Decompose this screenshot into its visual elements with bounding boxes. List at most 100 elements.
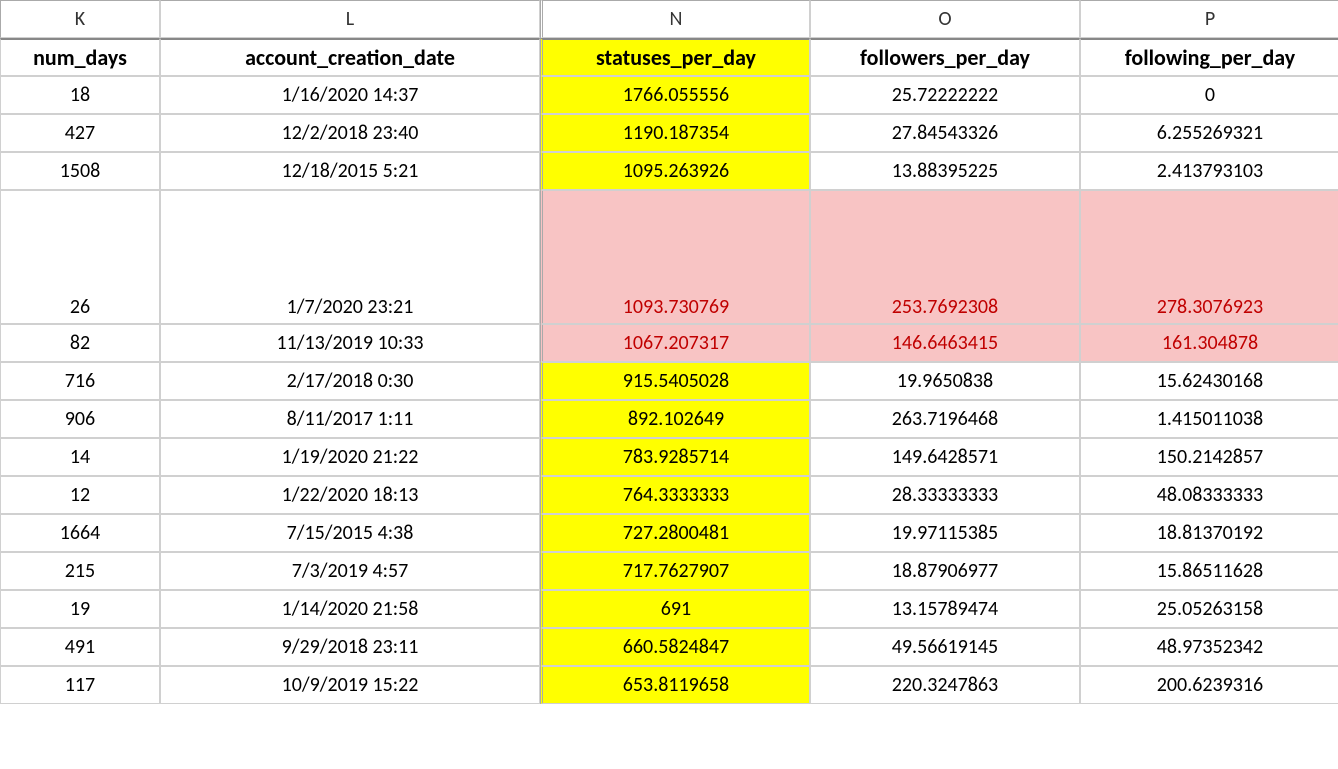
cell-account-creation-date[interactable]: 1/7/2020 23:21 bbox=[160, 190, 540, 324]
cell-followers-per-day[interactable]: 49.56619145 bbox=[810, 628, 1080, 666]
cell-num-days[interactable]: 12 bbox=[0, 476, 160, 514]
cell-num-days[interactable]: 19 bbox=[0, 590, 160, 628]
header-statuses-per-day[interactable]: statuses_per_day bbox=[540, 38, 810, 76]
cell-value: 215 bbox=[65, 559, 95, 583]
cell-statuses-per-day[interactable]: 660.5824847 bbox=[540, 628, 810, 666]
cell-value: 1/14/2020 21:58 bbox=[282, 597, 419, 621]
cell-account-creation-date[interactable]: 9/29/2018 23:11 bbox=[160, 628, 540, 666]
cell-followers-per-day[interactable]: 19.97115385 bbox=[810, 514, 1080, 552]
cell-following-per-day[interactable]: 150.2142857 bbox=[1080, 438, 1338, 476]
header-num-days[interactable]: num_days bbox=[0, 38, 160, 76]
cell-account-creation-date[interactable]: 1/22/2020 18:13 bbox=[160, 476, 540, 514]
cell-account-creation-date[interactable]: 1/19/2020 21:22 bbox=[160, 438, 540, 476]
cell-value: 764.3333333 bbox=[623, 483, 729, 507]
cell-following-per-day[interactable]: 200.6239316 bbox=[1080, 666, 1338, 704]
cell-num-days[interactable]: 427 bbox=[0, 114, 160, 152]
col-letter-text: P bbox=[1205, 7, 1215, 31]
cell-num-days[interactable]: 215 bbox=[0, 552, 160, 590]
cell-value: 0 bbox=[1205, 83, 1215, 107]
cell-following-per-day[interactable]: 161.304878 bbox=[1080, 324, 1338, 362]
cell-account-creation-date[interactable]: 1/16/2020 14:37 bbox=[160, 76, 540, 114]
cell-statuses-per-day[interactable]: 764.3333333 bbox=[540, 476, 810, 514]
cell-value: 8/11/2017 1:11 bbox=[287, 407, 414, 431]
cell-following-per-day[interactable]: 2.413793103 bbox=[1080, 152, 1338, 190]
cell-statuses-per-day[interactable]: 1190.187354 bbox=[540, 114, 810, 152]
cell-followers-per-day[interactable]: 253.7692308 bbox=[810, 190, 1080, 324]
cell-followers-per-day[interactable]: 263.7196468 bbox=[810, 400, 1080, 438]
cell-value: 716 bbox=[65, 369, 95, 393]
cell-following-per-day[interactable]: 48.08333333 bbox=[1080, 476, 1338, 514]
cell-account-creation-date[interactable]: 1/14/2020 21:58 bbox=[160, 590, 540, 628]
cell-num-days[interactable]: 26 bbox=[0, 190, 160, 324]
cell-followers-per-day[interactable]: 13.88395225 bbox=[810, 152, 1080, 190]
cell-account-creation-date[interactable]: 11/13/2019 10:33 bbox=[160, 324, 540, 362]
cell-value: 1766.055556 bbox=[623, 83, 729, 107]
header-account-creation-date[interactable]: account_creation_date bbox=[160, 38, 540, 76]
cell-num-days[interactable]: 14 bbox=[0, 438, 160, 476]
cell-value: 19 bbox=[70, 597, 90, 621]
cell-num-days[interactable]: 491 bbox=[0, 628, 160, 666]
cell-value: 727.2800481 bbox=[623, 521, 729, 545]
cell-value: 1/7/2020 23:21 bbox=[287, 295, 414, 319]
cell-followers-per-day[interactable]: 149.6428571 bbox=[810, 438, 1080, 476]
cell-statuses-per-day[interactable]: 653.8119658 bbox=[540, 666, 810, 704]
cell-followers-per-day[interactable]: 146.6463415 bbox=[810, 324, 1080, 362]
cell-num-days[interactable]: 1508 bbox=[0, 152, 160, 190]
cell-num-days[interactable]: 18 bbox=[0, 76, 160, 114]
header-followers-per-day[interactable]: followers_per_day bbox=[810, 38, 1080, 76]
cell-num-days[interactable]: 1664 bbox=[0, 514, 160, 552]
cell-followers-per-day[interactable]: 220.3247863 bbox=[810, 666, 1080, 704]
cell-account-creation-date[interactable]: 10/9/2019 15:22 bbox=[160, 666, 540, 704]
cell-following-per-day[interactable]: 15.62430168 bbox=[1080, 362, 1338, 400]
cell-account-creation-date[interactable]: 8/11/2017 1:11 bbox=[160, 400, 540, 438]
cell-following-per-day[interactable]: 278.3076923 bbox=[1080, 190, 1338, 324]
cell-account-creation-date[interactable]: 12/18/2015 5:21 bbox=[160, 152, 540, 190]
cell-following-per-day[interactable]: 1.415011038 bbox=[1080, 400, 1338, 438]
cell-num-days[interactable]: 716 bbox=[0, 362, 160, 400]
cell-followers-per-day[interactable]: 27.84543326 bbox=[810, 114, 1080, 152]
cell-statuses-per-day[interactable]: 691 bbox=[540, 590, 810, 628]
cell-followers-per-day[interactable]: 25.72222222 bbox=[810, 76, 1080, 114]
cell-statuses-per-day[interactable]: 727.2800481 bbox=[540, 514, 810, 552]
column-letter-K[interactable]: K bbox=[0, 0, 160, 38]
cell-value: 2.413793103 bbox=[1157, 159, 1263, 183]
cell-statuses-per-day[interactable]: 892.102649 bbox=[540, 400, 810, 438]
cell-following-per-day[interactable]: 18.81370192 bbox=[1080, 514, 1338, 552]
cell-followers-per-day[interactable]: 19.9650838 bbox=[810, 362, 1080, 400]
cell-account-creation-date[interactable]: 7/3/2019 4:57 bbox=[160, 552, 540, 590]
cell-value: 48.08333333 bbox=[1157, 483, 1263, 507]
cell-followers-per-day[interactable]: 13.15789474 bbox=[810, 590, 1080, 628]
cell-followers-per-day[interactable]: 28.33333333 bbox=[810, 476, 1080, 514]
cell-statuses-per-day[interactable]: 717.7627907 bbox=[540, 552, 810, 590]
cell-statuses-per-day[interactable]: 1093.730769 bbox=[540, 190, 810, 324]
cell-following-per-day[interactable]: 0 bbox=[1080, 76, 1338, 114]
cell-value: 19.9650838 bbox=[897, 369, 993, 393]
cell-num-days[interactable]: 82 bbox=[0, 324, 160, 362]
header-text: account_creation_date bbox=[245, 44, 455, 71]
cell-value: 906 bbox=[65, 407, 95, 431]
cell-followers-per-day[interactable]: 18.87906977 bbox=[810, 552, 1080, 590]
cell-following-per-day[interactable]: 15.86511628 bbox=[1080, 552, 1338, 590]
cell-num-days[interactable]: 117 bbox=[0, 666, 160, 704]
column-letter-N[interactable]: N bbox=[540, 0, 810, 38]
cell-following-per-day[interactable]: 48.97352342 bbox=[1080, 628, 1338, 666]
cell-statuses-per-day[interactable]: 1095.263926 bbox=[540, 152, 810, 190]
cell-statuses-per-day[interactable]: 783.9285714 bbox=[540, 438, 810, 476]
cell-account-creation-date[interactable]: 12/2/2018 23:40 bbox=[160, 114, 540, 152]
cell-following-per-day[interactable]: 6.255269321 bbox=[1080, 114, 1338, 152]
cell-statuses-per-day[interactable]: 915.5405028 bbox=[540, 362, 810, 400]
cell-value: 14 bbox=[70, 445, 90, 469]
cell-account-creation-date[interactable]: 2/17/2018 0:30 bbox=[160, 362, 540, 400]
cell-num-days[interactable]: 906 bbox=[0, 400, 160, 438]
cell-account-creation-date[interactable]: 7/15/2015 4:38 bbox=[160, 514, 540, 552]
column-letter-L[interactable]: L bbox=[160, 0, 540, 38]
header-text: num_days bbox=[33, 44, 127, 71]
cell-following-per-day[interactable]: 25.05263158 bbox=[1080, 590, 1338, 628]
cell-value: 717.7627907 bbox=[623, 559, 729, 583]
cell-statuses-per-day[interactable]: 1766.055556 bbox=[540, 76, 810, 114]
cell-value: 1095.263926 bbox=[623, 159, 729, 183]
column-letter-O[interactable]: O bbox=[810, 0, 1080, 38]
header-following-per-day[interactable]: following_per_day bbox=[1080, 38, 1338, 76]
cell-statuses-per-day[interactable]: 1067.207317 bbox=[540, 324, 810, 362]
column-letter-P[interactable]: P bbox=[1080, 0, 1338, 38]
